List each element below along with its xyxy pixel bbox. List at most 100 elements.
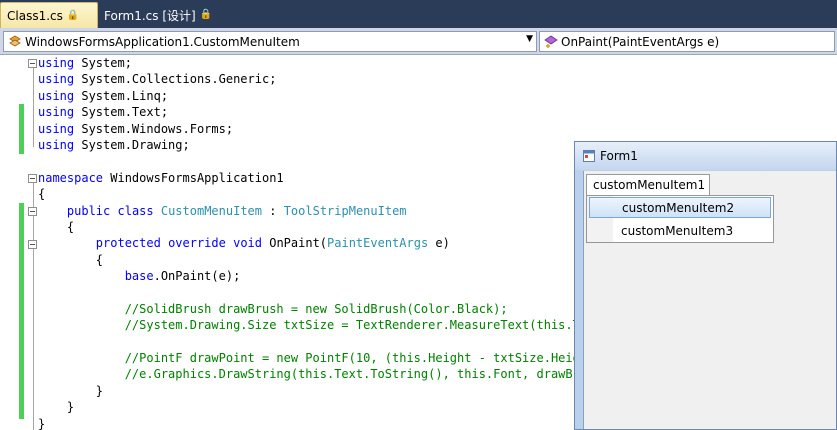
code-line[interactable]: base.OnPaint(e); — [38, 268, 602, 284]
code-line[interactable] — [38, 153, 602, 169]
code-line[interactable]: } — [38, 399, 602, 415]
code-token: e) — [428, 236, 450, 251]
code-token: } — [38, 416, 46, 430]
code-line[interactable]: { — [38, 219, 602, 235]
chevron-down-icon[interactable]: ▼ — [526, 34, 533, 44]
code-line[interactable]: } — [38, 416, 602, 430]
keyword: protected — [95, 236, 161, 251]
type-name: ToolStripMenuItem — [283, 203, 407, 218]
collapse-method-toggle[interactable] — [28, 240, 37, 249]
code-line[interactable]: using System.Windows.Forms; — [38, 121, 602, 137]
keyword: using — [38, 121, 75, 136]
code-line[interactable]: namespace WindowsFormsApplication1 — [38, 170, 602, 186]
keyword: override — [168, 236, 226, 251]
code-line[interactable]: using System.Linq; — [38, 88, 602, 104]
comment: //PointF drawPoint = new PointF(10, (thi… — [38, 351, 595, 366]
code-token: : — [262, 203, 284, 218]
code-line[interactable]: public class CustomMenuItem : ToolStripM… — [38, 203, 602, 219]
code-token: { — [38, 252, 104, 267]
change-marker — [19, 203, 24, 419]
code-token: } — [38, 383, 104, 398]
keyword: using — [38, 72, 75, 87]
tab-label: Class1.cs — [7, 8, 63, 23]
keyword: void — [233, 236, 262, 251]
collapse-class-toggle[interactable] — [28, 207, 37, 216]
collapse-using-toggle[interactable] — [28, 59, 37, 68]
code-line[interactable]: using System.Drawing; — [38, 137, 602, 153]
document-tab-strip: Class1.cs 🔒 Form1.cs [设计] 🔒 — [0, 0, 837, 28]
lock-icon: 🔒 — [66, 9, 80, 21]
method-icon — [544, 35, 558, 48]
code-line[interactable] — [38, 284, 602, 300]
class-icon — [9, 35, 21, 46]
code-token: System; — [74, 56, 132, 70]
member-selector-value: OnPaint(PaintEventArgs e) — [561, 34, 720, 49]
code-line[interactable]: //System.Drawing.Size txtSize = TextRend… — [38, 317, 602, 333]
form-title-bar[interactable]: Form1 — [575, 142, 836, 170]
code-line[interactable]: } — [38, 383, 602, 399]
code-line[interactable]: using System; — [38, 55, 602, 71]
type-name: PaintEventArgs — [327, 236, 429, 251]
code-line[interactable] — [38, 334, 602, 350]
keyword: using — [38, 137, 75, 152]
menu-item-label: customMenuItem3 — [621, 223, 734, 238]
code-line[interactable]: //PointF drawPoint = new PointF(10, (thi… — [38, 350, 602, 366]
code-text[interactable]: using System; using System.Collections.Ge… — [38, 55, 602, 430]
form-client-area: customMenuItem1 customMenuItem2 customMe… — [583, 171, 836, 429]
menu-item-custommenuitem1[interactable]: customMenuItem1 — [586, 174, 710, 195]
form-icon — [583, 150, 595, 162]
code-token: System.Collections.Generic; — [74, 72, 277, 87]
code-token: .OnPaint(e); — [153, 269, 241, 284]
keyword: using — [38, 56, 75, 70]
code-token: OnPaint( — [262, 236, 328, 251]
menu-item-label: customMenuItem2 — [622, 200, 735, 215]
menu-dropdown: customMenuItem2 customMenuItem3 — [586, 195, 774, 243]
lock-icon: 🔒 — [199, 9, 213, 20]
code-token: System.Linq; — [74, 88, 169, 103]
outline-line — [33, 181, 34, 430]
form-title: Form1 — [600, 149, 638, 163]
menu-item-custommenuitem2[interactable]: customMenuItem2 — [589, 197, 771, 218]
comment: //System.Drawing.Size txtSize = TextRend… — [38, 318, 602, 333]
comment: //e.Graphics.DrawString(this.Text.ToStri… — [38, 367, 595, 382]
keyword: using — [38, 105, 75, 120]
code-line[interactable]: using System.Text; — [38, 104, 602, 120]
code-line[interactable]: { — [38, 186, 602, 202]
keyword: class — [117, 203, 154, 218]
tab-label: Form1.cs [设计] — [104, 8, 196, 23]
navigation-bar: WindowsFormsApplication1.CustomMenuItem … — [0, 28, 837, 55]
code-token: System.Text; — [74, 105, 169, 120]
menu-strip: customMenuItem1 — [584, 171, 836, 195]
code-token: System.Drawing; — [74, 137, 190, 152]
tab-class1-cs[interactable]: Class1.cs 🔒 — [0, 2, 98, 28]
class-selector-dropdown[interactable]: WindowsFormsApplication1.CustomMenuItem … — [3, 31, 537, 52]
code-token: } — [38, 400, 75, 415]
code-line[interactable]: //SolidBrush drawBrush = new SolidBrush(… — [38, 301, 602, 317]
collapse-namespace-toggle[interactable] — [28, 174, 37, 183]
code-line[interactable]: { — [38, 252, 602, 268]
code-token: { — [38, 187, 46, 202]
code-token: System.Windows.Forms; — [74, 121, 234, 136]
code-line[interactable]: using System.Collections.Generic; — [38, 71, 602, 87]
keyword: using — [38, 88, 75, 103]
code-token: WindowsFormsApplication1 — [103, 170, 284, 185]
code-line[interactable]: //e.Graphics.DrawString(this.Text.ToStri… — [38, 366, 602, 382]
comment: //SolidBrush drawBrush = new SolidBrush(… — [38, 301, 508, 316]
code-token: { — [38, 219, 75, 234]
outline-line — [33, 66, 34, 147]
type-name: CustomMenuItem — [160, 203, 263, 218]
member-selector-dropdown[interactable]: OnPaint(PaintEventArgs e) — [539, 31, 835, 52]
keyword: namespace — [38, 170, 104, 185]
keyword: base — [124, 269, 154, 284]
menu-item-custommenuitem3[interactable]: customMenuItem3 — [589, 220, 771, 241]
code-line[interactable]: protected override void OnPaint(PaintEve… — [38, 235, 602, 251]
form-designer-window[interactable]: Form1 customMenuItem1 customMenuItem2 cu… — [574, 141, 837, 430]
tab-form1-cs-design[interactable]: Form1.cs [设计] 🔒 — [98, 2, 212, 28]
class-selector-value: WindowsFormsApplication1.CustomMenuItem — [25, 34, 300, 49]
